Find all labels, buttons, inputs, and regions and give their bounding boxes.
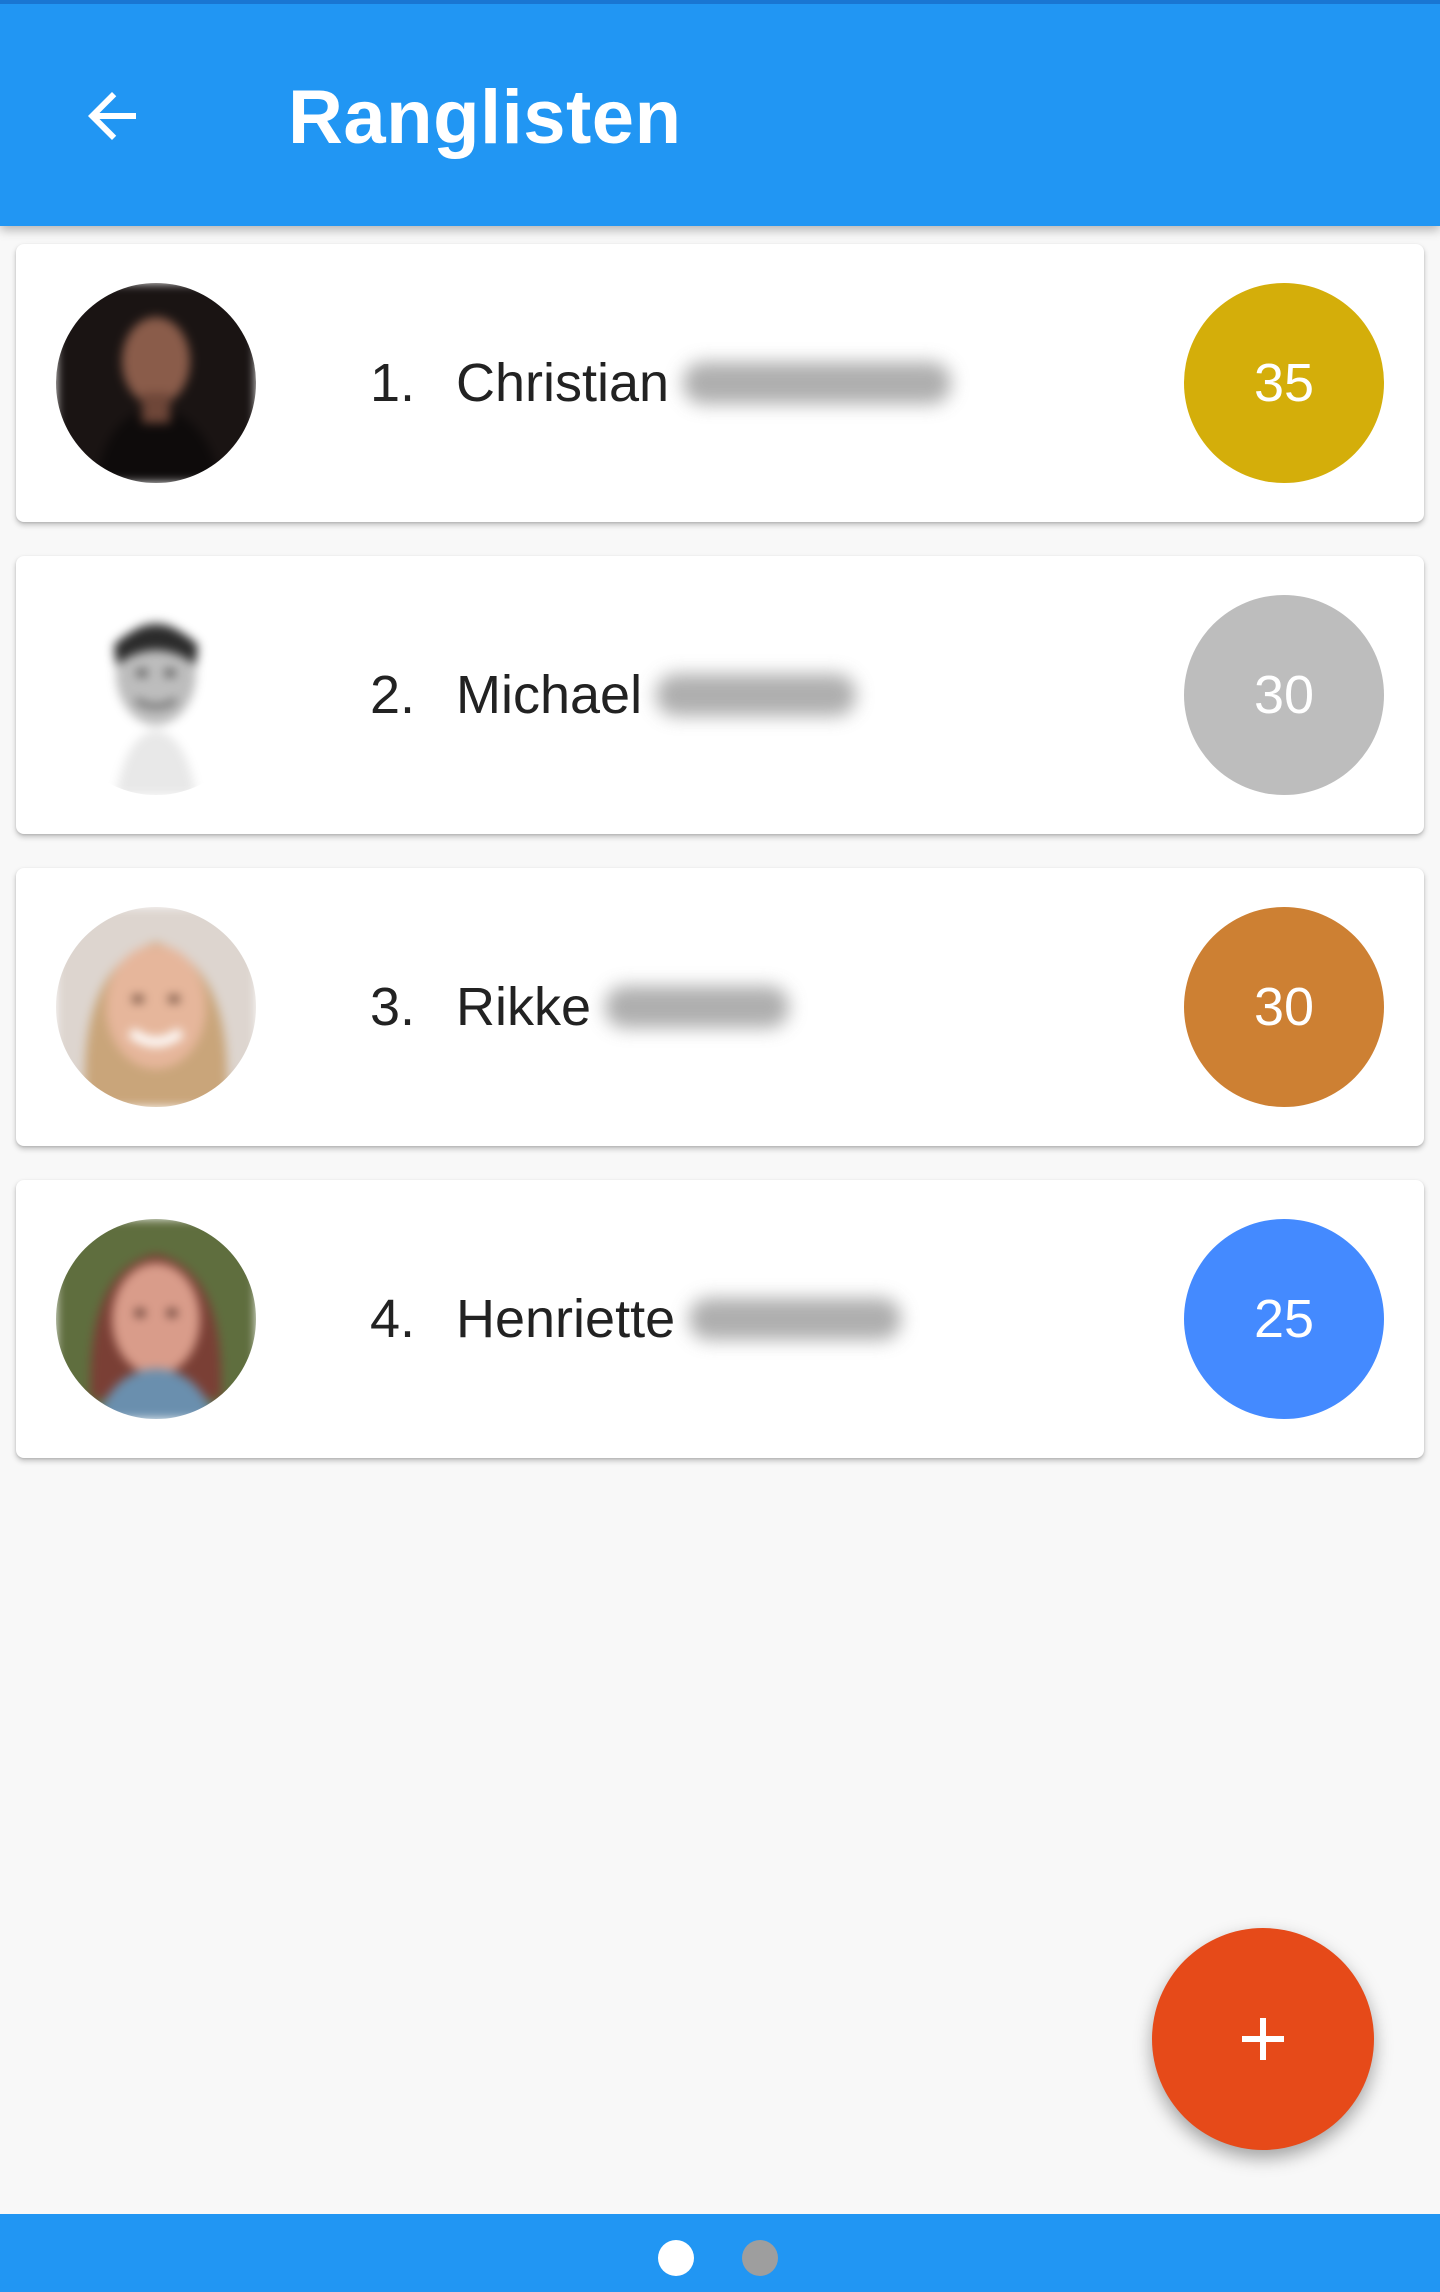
app-bar: Ranglisten bbox=[0, 0, 1440, 226]
score-badge: 30 bbox=[1184, 595, 1384, 795]
blurred-surname bbox=[656, 674, 856, 716]
score-badge: 25 bbox=[1184, 1219, 1384, 1419]
avatar bbox=[56, 907, 256, 1107]
page-title: Ranglisten bbox=[288, 75, 682, 160]
score-badge: 35 bbox=[1184, 283, 1384, 483]
rank-number: 1. bbox=[370, 353, 416, 413]
rank-number: 3. bbox=[370, 977, 416, 1037]
status-line bbox=[0, 0, 1440, 4]
player-name: Henriette bbox=[456, 1289, 676, 1349]
leaderboard-row[interactable]: 1. Christian 35 bbox=[16, 244, 1424, 522]
score-badge: 30 bbox=[1184, 907, 1384, 1107]
player-name: Michael bbox=[456, 665, 643, 725]
leaderboard-row[interactable]: 4. Henriette 25 bbox=[16, 1180, 1424, 1458]
avatar bbox=[56, 283, 256, 483]
add-button[interactable] bbox=[1152, 1928, 1374, 2150]
leaderboard-row[interactable]: 3. Rikke 30 bbox=[16, 868, 1424, 1146]
blurred-surname bbox=[689, 1298, 901, 1340]
back-button[interactable] bbox=[62, 66, 162, 166]
page-dot-active[interactable] bbox=[658, 2240, 694, 2276]
page-dot[interactable] bbox=[742, 2240, 778, 2276]
arrow-left-icon bbox=[88, 92, 136, 140]
avatar bbox=[56, 1219, 256, 1419]
avatar bbox=[56, 595, 256, 795]
leaderboard-row[interactable]: 2. Michael 30 bbox=[16, 556, 1424, 834]
rank-number: 4. bbox=[370, 1289, 416, 1349]
rank-number: 2. bbox=[370, 665, 416, 725]
page-indicator-bar bbox=[0, 2214, 1440, 2292]
blurred-surname bbox=[683, 362, 951, 404]
player-name: Rikke bbox=[456, 977, 592, 1037]
blurred-surname bbox=[605, 986, 789, 1028]
player-name: Christian bbox=[456, 353, 670, 413]
plus-icon bbox=[1242, 2018, 1284, 2060]
